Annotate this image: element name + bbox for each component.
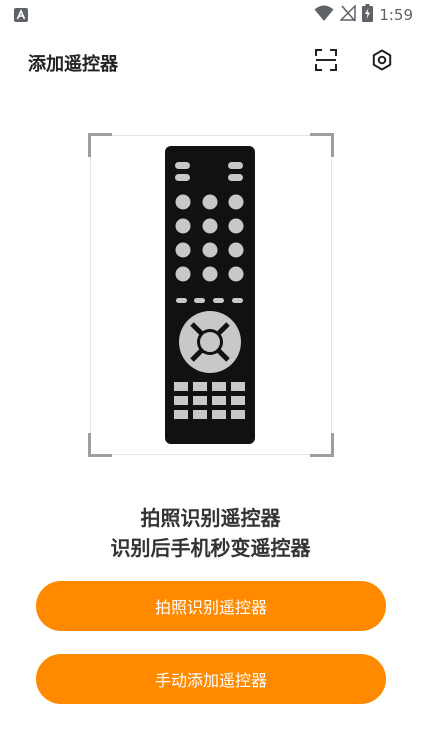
frame-corner: [310, 433, 334, 457]
status-time: 1:59: [379, 6, 413, 24]
scan-icon: [314, 48, 338, 76]
scan-button[interactable]: [312, 48, 340, 76]
manual-add-button[interactable]: 手动添加遥控器: [36, 654, 386, 704]
page-title: 添加遥控器: [28, 54, 118, 75]
wifi-icon: [314, 4, 334, 26]
status-bar: 1:59: [0, 0, 421, 30]
scan-frame: [88, 133, 334, 457]
frame-corner: [310, 133, 334, 157]
frame-corner: [88, 433, 112, 457]
gear-icon: [370, 48, 394, 76]
battery-charging-icon: [362, 4, 374, 26]
app-notification-icon: [14, 7, 28, 22]
tv-remote-icon: [165, 146, 255, 448]
status-icons: 1:59: [314, 4, 413, 26]
no-signal-icon: [339, 4, 357, 26]
frame-corner: [88, 133, 112, 157]
headline-secondary: 识别后手机秒变遥控器: [110, 536, 311, 560]
headline-primary: 拍照识别遥控器: [140, 506, 281, 530]
app-bar: 添加遥控器: [0, 42, 421, 82]
settings-button[interactable]: [368, 48, 396, 76]
photo-recognize-button[interactable]: 拍照识别遥控器: [36, 581, 386, 631]
